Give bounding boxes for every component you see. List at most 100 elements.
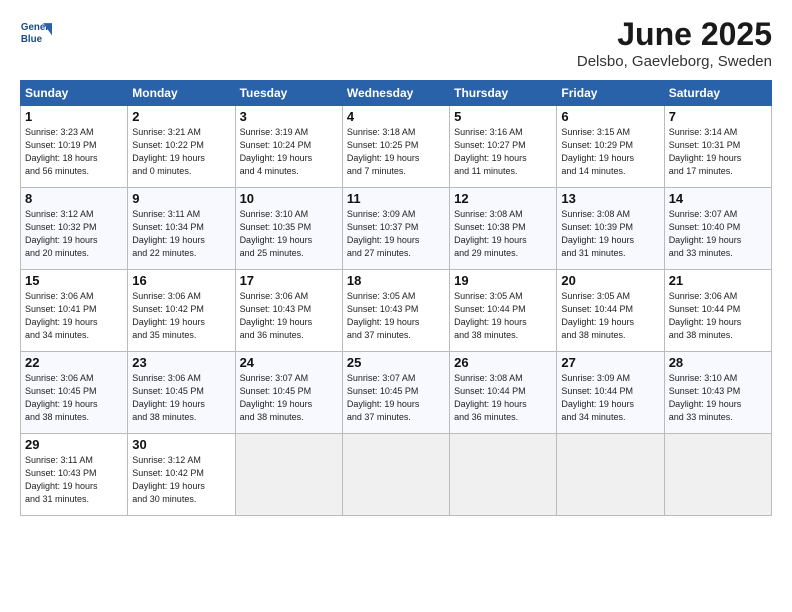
calendar-cell: 6 Sunrise: 3:15 AM Sunset: 10:29 PM Dayli… [557,106,664,188]
day-header: Tuesday [235,81,342,106]
day-number: 11 [347,191,445,206]
day-info: Sunrise: 3:12 AM Sunset: 10:42 PM Daylig… [132,454,230,506]
day-header: Wednesday [342,81,449,106]
day-info: Sunrise: 3:06 AM Sunset: 10:42 PM Daylig… [132,290,230,342]
day-info: Sunrise: 3:16 AM Sunset: 10:27 PM Daylig… [454,126,552,178]
day-info: Sunrise: 3:05 AM Sunset: 10:44 PM Daylig… [561,290,659,342]
day-number: 6 [561,109,659,124]
day-info: Sunrise: 3:10 AM Sunset: 10:35 PM Daylig… [240,208,338,260]
day-info: Sunrise: 3:07 AM Sunset: 10:45 PM Daylig… [347,372,445,424]
day-number: 2 [132,109,230,124]
day-number: 23 [132,355,230,370]
day-info: Sunrise: 3:08 AM Sunset: 10:44 PM Daylig… [454,372,552,424]
day-number: 5 [454,109,552,124]
calendar-cell: 19 Sunrise: 3:05 AM Sunset: 10:44 PM Dayl… [450,270,557,352]
day-number: 1 [25,109,123,124]
day-info: Sunrise: 3:06 AM Sunset: 10:45 PM Daylig… [25,372,123,424]
day-number: 27 [561,355,659,370]
day-number: 30 [132,437,230,452]
day-number: 16 [132,273,230,288]
calendar-cell: 10 Sunrise: 3:10 AM Sunset: 10:35 PM Dayl… [235,188,342,270]
day-info: Sunrise: 3:07 AM Sunset: 10:45 PM Daylig… [240,372,338,424]
day-info: Sunrise: 3:11 AM Sunset: 10:43 PM Daylig… [25,454,123,506]
day-number: 29 [25,437,123,452]
calendar-cell [450,434,557,516]
calendar-cell: 26Sunrise: 3:08 AM Sunset: 10:44 PM Dayl… [450,352,557,434]
location: Delsbo, Gaevleborg, Sweden [577,53,772,70]
day-header: Saturday [664,81,771,106]
day-info: Sunrise: 3:09 AM Sunset: 10:37 PM Daylig… [347,208,445,260]
day-number: 19 [454,273,552,288]
calendar-cell: 4 Sunrise: 3:18 AM Sunset: 10:25 PM Dayli… [342,106,449,188]
day-info: Sunrise: 3:05 AM Sunset: 10:44 PM Daylig… [454,290,552,342]
day-header: Monday [128,81,235,106]
calendar-cell: 20 Sunrise: 3:05 AM Sunset: 10:44 PM Dayl… [557,270,664,352]
day-info: Sunrise: 3:15 AM Sunset: 10:29 PM Daylig… [561,126,659,178]
calendar-cell: 16 Sunrise: 3:06 AM Sunset: 10:42 PM Dayl… [128,270,235,352]
day-number: 3 [240,109,338,124]
day-info: Sunrise: 3:07 AM Sunset: 10:40 PM Daylig… [669,208,767,260]
calendar-cell: 18 Sunrise: 3:05 AM Sunset: 10:43 PM Dayl… [342,270,449,352]
page: General Blue June 2025 Delsbo, Gaevlebor… [0,0,792,612]
calendar-cell: 30 Sunrise: 3:12 AM Sunset: 10:42 PM Dayl… [128,434,235,516]
day-info: Sunrise: 3:12 AM Sunset: 10:32 PM Daylig… [25,208,123,260]
day-info: Sunrise: 3:06 AM Sunset: 10:44 PM Daylig… [669,290,767,342]
day-info: Sunrise: 3:05 AM Sunset: 10:43 PM Daylig… [347,290,445,342]
day-info: Sunrise: 3:14 AM Sunset: 10:31 PM Daylig… [669,126,767,178]
calendar-cell: 27 Sunrise: 3:09 AM Sunset: 10:44 PM Dayl… [557,352,664,434]
calendar-cell: 8Sunrise: 3:12 AM Sunset: 10:32 PM Dayli… [21,188,128,270]
day-info: Sunrise: 3:23 AM Sunset: 10:19 PM Daylig… [25,126,123,178]
day-number: 28 [669,355,767,370]
calendar-cell: 3 Sunrise: 3:19 AM Sunset: 10:24 PM Dayli… [235,106,342,188]
calendar-cell: 29 Sunrise: 3:11 AM Sunset: 10:43 PM Dayl… [21,434,128,516]
calendar-cell: 22 Sunrise: 3:06 AM Sunset: 10:45 PM Dayl… [21,352,128,434]
day-number: 25 [347,355,445,370]
calendar-cell: 25 Sunrise: 3:07 AM Sunset: 10:45 PM Dayl… [342,352,449,434]
calendar-cell: 24 Sunrise: 3:07 AM Sunset: 10:45 PM Dayl… [235,352,342,434]
day-info: Sunrise: 3:06 AM Sunset: 10:43 PM Daylig… [240,290,338,342]
day-info: Sunrise: 3:19 AM Sunset: 10:24 PM Daylig… [240,126,338,178]
calendar-cell: 12 Sunrise: 3:08 AM Sunset: 10:38 PM Dayl… [450,188,557,270]
calendar-cell: 7Sunrise: 3:14 AM Sunset: 10:31 PM Dayli… [664,106,771,188]
day-info: Sunrise: 3:09 AM Sunset: 10:44 PM Daylig… [561,372,659,424]
day-number: 14 [669,191,767,206]
calendar-cell: 15Sunrise: 3:06 AM Sunset: 10:41 PM Dayl… [21,270,128,352]
day-number: 18 [347,273,445,288]
svg-text:Blue: Blue [21,34,43,45]
day-info: Sunrise: 3:06 AM Sunset: 10:45 PM Daylig… [132,372,230,424]
calendar-cell: 23 Sunrise: 3:06 AM Sunset: 10:45 PM Dayl… [128,352,235,434]
calendar-cell: 11 Sunrise: 3:09 AM Sunset: 10:37 PM Dayl… [342,188,449,270]
calendar-cell: 17 Sunrise: 3:06 AM Sunset: 10:43 PM Dayl… [235,270,342,352]
day-info: Sunrise: 3:08 AM Sunset: 10:39 PM Daylig… [561,208,659,260]
calendar-cell: 2 Sunrise: 3:21 AM Sunset: 10:22 PM Dayli… [128,106,235,188]
calendar-cell: 9Sunrise: 3:11 AM Sunset: 10:34 PM Dayli… [128,188,235,270]
day-info: Sunrise: 3:18 AM Sunset: 10:25 PM Daylig… [347,126,445,178]
day-number: 13 [561,191,659,206]
day-number: 22 [25,355,123,370]
calendar: SundayMondayTuesdayWednesdayThursdayFrid… [20,80,772,516]
day-number: 9 [132,191,230,206]
day-info: Sunrise: 3:21 AM Sunset: 10:22 PM Daylig… [132,126,230,178]
day-header: Friday [557,81,664,106]
day-number: 17 [240,273,338,288]
calendar-cell: 21Sunrise: 3:06 AM Sunset: 10:44 PM Dayl… [664,270,771,352]
day-number: 20 [561,273,659,288]
logo: General Blue [20,16,52,48]
calendar-cell [664,434,771,516]
day-info: Sunrise: 3:10 AM Sunset: 10:43 PM Daylig… [669,372,767,424]
month-title: June 2025 [577,16,772,53]
day-info: Sunrise: 3:06 AM Sunset: 10:41 PM Daylig… [25,290,123,342]
day-header: Thursday [450,81,557,106]
calendar-cell: 14 Sunrise: 3:07 AM Sunset: 10:40 PM Dayl… [664,188,771,270]
calendar-cell: 13 Sunrise: 3:08 AM Sunset: 10:39 PM Dayl… [557,188,664,270]
calendar-cell: 28 Sunrise: 3:10 AM Sunset: 10:43 PM Dayl… [664,352,771,434]
day-number: 24 [240,355,338,370]
calendar-cell: 5 Sunrise: 3:16 AM Sunset: 10:27 PM Dayli… [450,106,557,188]
day-info: Sunrise: 3:08 AM Sunset: 10:38 PM Daylig… [454,208,552,260]
day-number: 12 [454,191,552,206]
calendar-cell [342,434,449,516]
day-header: Sunday [21,81,128,106]
calendar-cell [235,434,342,516]
day-number: 10 [240,191,338,206]
day-number: 4 [347,109,445,124]
